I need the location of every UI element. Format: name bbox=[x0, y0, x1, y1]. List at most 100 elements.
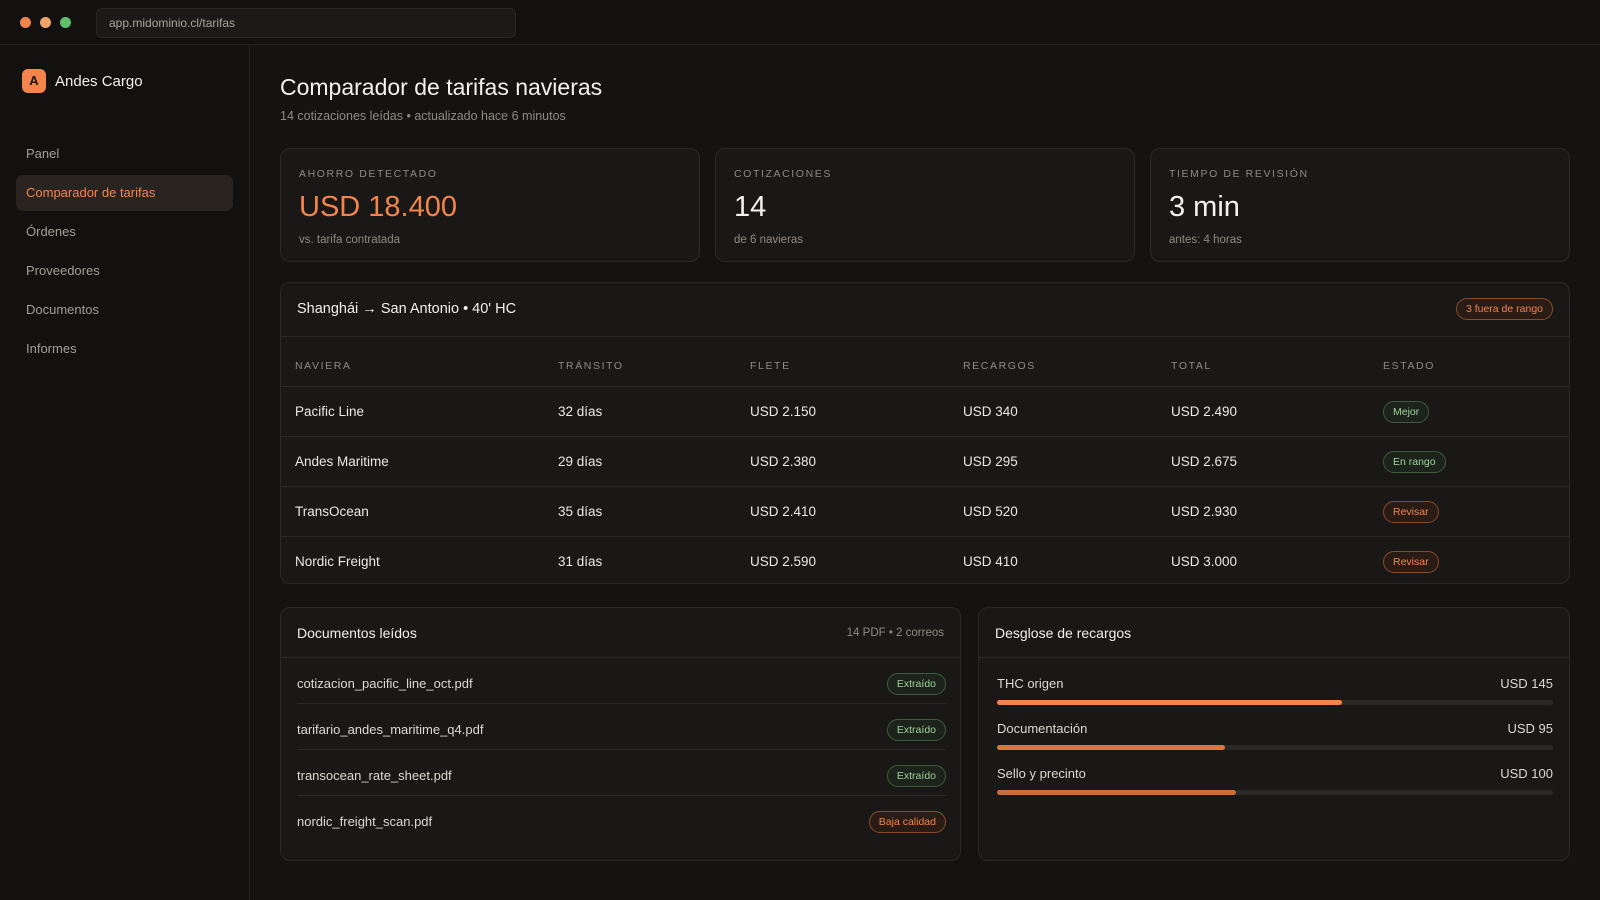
document-item[interactable]: nordic_freight_scan.pdf Baja calidad bbox=[297, 796, 946, 842]
cell-freight: USD 2.410 bbox=[750, 504, 817, 519]
cell-freight: USD 2.590 bbox=[750, 554, 817, 569]
stat-note: vs. tarifa contratada bbox=[299, 234, 400, 246]
stat-label: COTIZACIONES bbox=[734, 168, 832, 180]
stat-note: de 6 navieras bbox=[734, 234, 804, 246]
surcharge-label: THC origen bbox=[997, 676, 1064, 691]
column-header-surcharges[interactable]: RECARGOS bbox=[963, 360, 1036, 372]
cell-freight: USD 2.380 bbox=[750, 454, 817, 469]
sidebar-item-comparador-de-tarifas[interactable]: Comparador de tarifas bbox=[16, 175, 233, 211]
document-item[interactable]: tarifario_andes_maritime_q4.pdf Extraído bbox=[297, 704, 946, 750]
stat-value: 3 min bbox=[1169, 191, 1240, 223]
page-subtitle: 14 cotizaciones leídas • actualizado hac… bbox=[280, 109, 566, 123]
table-row[interactable]: Pacific Line 32 días USD 2.150 USD 340 U… bbox=[281, 387, 1569, 437]
cell-surcharges: USD 410 bbox=[963, 554, 1018, 569]
address-bar[interactable]: app.midominio.cl/tarifas bbox=[96, 8, 516, 38]
route-comparison-table: Shanghái → San Antonio • 40' HC 3 fuera … bbox=[280, 282, 1570, 584]
cell-transit: 29 días bbox=[558, 454, 603, 469]
surcharge-value: USD 95 bbox=[1507, 721, 1553, 736]
document-status-badge: Extraído bbox=[886, 673, 946, 695]
route-title: Shanghái → San Antonio • 40' HC bbox=[297, 301, 517, 317]
maximize-window-button[interactable] bbox=[60, 17, 71, 28]
stat-card-quotes: COTIZACIONES 14 de 6 navieras bbox=[715, 148, 1135, 262]
surcharges-title: Desglose de recargos bbox=[995, 625, 1132, 641]
column-header-carrier[interactable]: NAVIERA bbox=[295, 360, 352, 372]
stat-label: AHORRO DETECTADO bbox=[299, 168, 438, 180]
cell-total: USD 3.000 bbox=[1171, 554, 1238, 569]
status-badge: Revisar bbox=[1383, 501, 1439, 523]
surcharges-header: Desglose de recargos bbox=[979, 608, 1569, 658]
cell-total: USD 2.675 bbox=[1171, 454, 1238, 469]
stat-card-review-time: TIEMPO DE REVISIÓN 3 min antes: 4 horas bbox=[1150, 148, 1570, 262]
document-status-badge: Baja calidad bbox=[868, 811, 946, 833]
surcharge-bar-fill bbox=[997, 700, 1342, 705]
document-item[interactable]: transocean_rate_sheet.pdf Extraído bbox=[297, 750, 946, 796]
surcharge-item: Sello y precinto USD 100 bbox=[997, 766, 1553, 806]
documents-meta: 14 PDF • 2 correos bbox=[846, 627, 944, 639]
surcharge-bar bbox=[997, 790, 1553, 795]
cell-transit: 31 días bbox=[558, 554, 603, 569]
document-status-badge: Extraído bbox=[886, 765, 946, 787]
surcharge-item: Documentación USD 95 bbox=[997, 721, 1553, 761]
document-name: cotizacion_pacific_line_oct.pdf bbox=[297, 676, 473, 691]
table-row[interactable]: Andes Maritime 29 días USD 2.380 USD 295… bbox=[281, 437, 1569, 487]
column-header-transit[interactable]: TRÁNSITO bbox=[558, 360, 624, 372]
minimize-window-button[interactable] bbox=[40, 17, 51, 28]
sidebar-nav: Panel Comparador de tarifas Órdenes Prov… bbox=[16, 136, 233, 370]
status-badge: Revisar bbox=[1383, 551, 1439, 573]
brand[interactable]: A Andes Cargo bbox=[22, 69, 143, 93]
table-row[interactable]: TransOcean 35 días USD 2.410 USD 520 USD… bbox=[281, 487, 1569, 537]
cell-surcharges: USD 295 bbox=[963, 454, 1018, 469]
document-item[interactable]: cotizacion_pacific_line_oct.pdf Extraído bbox=[297, 658, 946, 704]
cell-transit: 32 días bbox=[558, 404, 603, 419]
stat-card-savings: AHORRO DETECTADO USD 18.400 vs. tarifa c… bbox=[280, 148, 700, 262]
surcharge-label: Sello y precinto bbox=[997, 766, 1086, 781]
surcharge-bar bbox=[997, 745, 1553, 750]
surcharge-bar-fill bbox=[997, 790, 1237, 795]
sidebar-item-panel[interactable]: Panel bbox=[16, 136, 233, 172]
cell-transit: 35 días bbox=[558, 504, 603, 519]
surcharge-item: THC origen USD 145 bbox=[997, 676, 1553, 716]
sidebar-item-documentos[interactable]: Documentos bbox=[16, 292, 233, 328]
documents-title: Documentos leídos bbox=[297, 625, 417, 641]
stat-value: USD 18.400 bbox=[299, 191, 457, 223]
document-name: tarifario_andes_maritime_q4.pdf bbox=[297, 722, 484, 737]
sidebar: A Andes Cargo Panel Comparador de tarifa… bbox=[0, 45, 250, 900]
surcharge-value: USD 100 bbox=[1500, 766, 1553, 781]
surcharge-value: USD 145 bbox=[1500, 676, 1553, 691]
sidebar-item-proveedores[interactable]: Proveedores bbox=[16, 253, 233, 289]
cell-carrier: TransOcean bbox=[295, 504, 369, 519]
column-header-total[interactable]: TOTAL bbox=[1171, 360, 1212, 372]
route-header: Shanghái → San Antonio • 40' HC 3 fuera … bbox=[281, 283, 1569, 337]
column-header-status[interactable]: ESTADO bbox=[1383, 360, 1435, 372]
surcharge-label: Documentación bbox=[997, 721, 1088, 736]
page-title: Comparador de tarifas navieras bbox=[280, 74, 603, 100]
table-row[interactable]: Nordic Freight 31 días USD 2.590 USD 410… bbox=[281, 537, 1569, 587]
documents-header: Documentos leídos 14 PDF • 2 correos bbox=[281, 608, 960, 658]
cell-total: USD 2.930 bbox=[1171, 504, 1238, 519]
column-header-freight[interactable]: FLETE bbox=[750, 360, 791, 372]
cell-surcharges: USD 340 bbox=[963, 404, 1018, 419]
status-badge: Mejor bbox=[1383, 401, 1430, 423]
cell-total: USD 2.490 bbox=[1171, 404, 1238, 419]
cell-carrier: Andes Maritime bbox=[295, 454, 389, 469]
cell-freight: USD 2.150 bbox=[750, 404, 817, 419]
surcharge-bar bbox=[997, 700, 1553, 705]
browser-chrome: app.midominio.cl/tarifas bbox=[0, 0, 1600, 45]
brand-logo-icon: A bbox=[22, 69, 46, 93]
out-of-range-badge[interactable]: 3 fuera de rango bbox=[1455, 298, 1553, 320]
surcharges-panel: Desglose de recargos THC origen USD 145 … bbox=[978, 607, 1570, 861]
table-header: NAVIERA TRÁNSITO FLETE RECARGOS TOTAL ES… bbox=[281, 337, 1569, 387]
documents-panel: Documentos leídos 14 PDF • 2 correos cot… bbox=[280, 607, 961, 861]
cell-carrier: Pacific Line bbox=[295, 404, 365, 419]
cell-surcharges: USD 520 bbox=[963, 504, 1018, 519]
stat-label: TIEMPO DE REVISIÓN bbox=[1169, 168, 1309, 180]
sidebar-item-informes[interactable]: Informes bbox=[16, 331, 233, 367]
document-name: nordic_freight_scan.pdf bbox=[297, 814, 433, 829]
sidebar-item-ordenes[interactable]: Órdenes bbox=[16, 214, 233, 250]
brand-name: Andes Cargo bbox=[55, 72, 143, 90]
surcharge-bar-fill bbox=[997, 745, 1225, 750]
close-window-button[interactable] bbox=[20, 17, 31, 28]
document-name: transocean_rate_sheet.pdf bbox=[297, 768, 452, 783]
status-badge: En rango bbox=[1383, 451, 1446, 473]
cell-carrier: Nordic Freight bbox=[295, 554, 380, 569]
